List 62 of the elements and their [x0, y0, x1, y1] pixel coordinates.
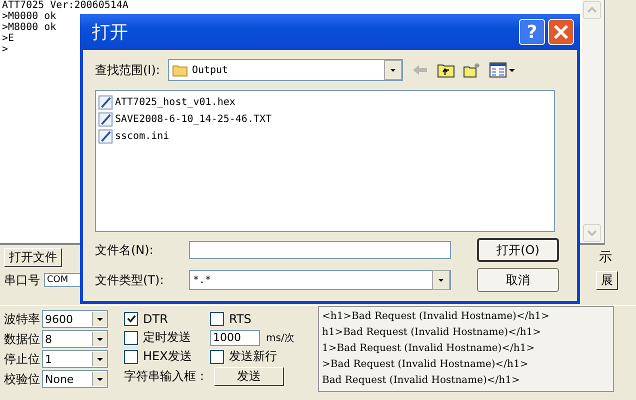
file-name-field[interactable]	[189, 241, 451, 259]
setting-label: 波特率	[4, 310, 40, 328]
file-item[interactable]: sscom.ini	[115, 131, 170, 142]
cancel-button[interactable]: 取消	[477, 268, 559, 292]
dialog-title: 打开	[92, 21, 129, 44]
setting-label: 停止位	[4, 350, 40, 368]
checkbox-label: RTS	[229, 312, 252, 326]
look-in-select[interactable]: Output	[168, 59, 403, 81]
close-icon[interactable]	[548, 19, 574, 45]
setting-select[interactable]: 9600	[42, 310, 108, 328]
checkbox-label: DTR	[143, 312, 168, 326]
checkbox-box[interactable]	[210, 350, 224, 364]
document-icon	[98, 112, 113, 127]
help-button[interactable]: ?	[519, 19, 545, 45]
checkbox-label: 定时发送	[143, 329, 191, 346]
show-label: 示	[599, 249, 612, 266]
checkbox[interactable]: 定时发送	[124, 329, 210, 346]
file-type-select[interactable]: *.*	[189, 270, 451, 290]
received-line: >Bad Request (Invalid Hostname)</h1>	[322, 358, 528, 372]
received-line: <h1>Bad Request (Invalid Hostname)</h1>	[322, 310, 550, 324]
document-icon	[98, 95, 113, 110]
folder-up-icon[interactable]	[436, 62, 455, 78]
file-name-label: 文件名(N):	[95, 242, 154, 258]
checkbox-box[interactable]	[124, 330, 138, 344]
checkbox[interactable]: HEX发送	[124, 348, 210, 365]
open-file-button[interactable]: 打开文件	[4, 248, 62, 266]
document-icon	[98, 129, 113, 144]
terminal-line: >	[2, 44, 8, 55]
terminal-line: ATT7025 Ver:20060514A	[2, 0, 128, 11]
terminal-line: >M8000 ok	[2, 22, 56, 33]
input-label: 字符串输入框：	[124, 368, 208, 385]
received-line: Bad Request (Invalid Hostname)</h1>	[322, 374, 520, 388]
interval-field[interactable]: 1000	[210, 330, 260, 346]
file-type-label: 文件类型(T):	[95, 272, 165, 288]
terminal-line: >M0000 ok	[2, 11, 56, 22]
terminal-line: >E	[2, 33, 14, 44]
file-item[interactable]: ATT7025_host_v01.hex	[115, 97, 236, 108]
checkbox[interactable]: DTR	[124, 310, 210, 327]
send-button[interactable]: 发送	[214, 367, 284, 386]
checkbox-box[interactable]	[210, 312, 224, 326]
unit-label: ms/次	[266, 332, 294, 344]
checkbox-label: 发送新行	[229, 348, 277, 365]
setting-select[interactable]: 1	[42, 350, 108, 368]
received-line: 1>Bad Request (Invalid Hostname)</h1>	[322, 342, 535, 356]
view-menu-icon[interactable]	[488, 62, 517, 78]
expand-button[interactable]: 展	[596, 270, 618, 290]
setting-select[interactable]: None	[42, 370, 108, 388]
look-in-label: 查找范围(I):	[95, 62, 160, 78]
new-folder-icon[interactable]	[462, 62, 481, 78]
setting-select[interactable]: 8	[42, 330, 108, 348]
port-label: 串口号	[4, 272, 40, 288]
received-line: h1>Bad Request (Invalid Hostname)</h1>	[322, 326, 542, 340]
checkbox-label: HEX发送	[143, 348, 192, 365]
checkbox-box[interactable]	[124, 312, 138, 326]
file-item[interactable]: SAVE2008-6-10_14-25-46.TXT	[115, 114, 272, 125]
checkbox[interactable]: RTS	[210, 310, 310, 327]
folder-icon	[172, 63, 188, 77]
open-button[interactable]: 打开(O)	[477, 238, 559, 262]
setting-label: 数据位	[4, 330, 40, 348]
checkbox-box[interactable]	[124, 350, 138, 364]
checkbox[interactable]: 发送新行	[210, 348, 310, 365]
setting-label: 校验位	[4, 370, 40, 388]
